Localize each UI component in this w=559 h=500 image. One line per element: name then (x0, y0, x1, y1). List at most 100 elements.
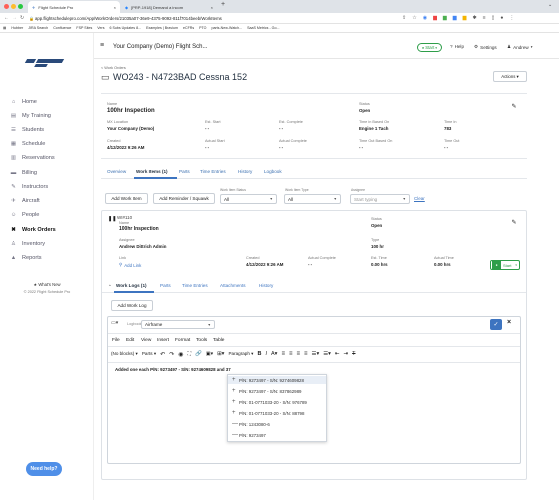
actions-button[interactable]: Actions ▾ (493, 71, 527, 82)
align-left-icon[interactable]: ≡ (281, 351, 285, 357)
back-icon[interactable]: ← (4, 15, 9, 21)
reading-list-icon[interactable]: ≡ (483, 15, 486, 21)
tab-logbook[interactable]: Logbook (264, 169, 282, 174)
subtab-history[interactable]: History (259, 283, 273, 288)
subtab-attachments[interactable]: Attachments (220, 283, 246, 288)
add-work-log-button[interactable]: Add Work Log (111, 300, 153, 311)
url-field[interactable]: app.flightschedulepro.com/App/WorkOrders… (35, 16, 222, 21)
suggestion-item[interactable]: + P/N: 9273497 - S/N: 9274609828 (228, 376, 326, 384)
tab-work-items[interactable]: Work Items (1) (136, 169, 168, 174)
add-link[interactable]: ⚲ Add Link (119, 262, 141, 268)
app-logo[interactable] (24, 57, 68, 67)
ext-icon[interactable]: ▆ (443, 15, 447, 21)
browser-tab-active[interactable]: ✈ Flight Schedule Pro × (28, 1, 120, 13)
bookmark[interactable]: SaaS Metrics - Go... (247, 26, 279, 30)
link-icon[interactable]: 🔗 (195, 351, 202, 357)
ext-icon[interactable]: ▆ (463, 15, 467, 21)
bookmark[interactable]: Hubber (11, 26, 23, 30)
bookmark[interactable]: Confluence (53, 26, 71, 30)
ext-icon[interactable]: ▆ (433, 15, 437, 21)
numbered-list-icon[interactable]: ☰▾ (323, 351, 331, 357)
sidebar-item-instructors[interactable]: ✎ Instructors (10, 184, 48, 190)
fullscreen-icon[interactable]: ⛶ (187, 351, 191, 357)
status-filter-select[interactable]: All ▼ (220, 194, 277, 204)
profile-icon[interactable]: ● (500, 15, 503, 21)
close-tab-icon[interactable]: × (211, 5, 213, 10)
menu-icon[interactable]: ⋮ (509, 15, 514, 21)
puzzle-icon[interactable]: ✱ (473, 15, 477, 21)
collapse-icon[interactable]: ⌃ (108, 284, 112, 290)
settings-link[interactable]: ⚙ Settings (474, 44, 497, 50)
editor-mode-icon[interactable]: ▭▾ (111, 320, 118, 326)
bold-icon[interactable]: B (258, 351, 262, 357)
menu-tools[interactable]: Tools (196, 338, 207, 343)
minimize-window-dot[interactable] (11, 4, 16, 9)
paragraph-select[interactable]: Paragraph ▾ (228, 351, 253, 357)
align-right-icon[interactable]: ≡ (296, 351, 300, 357)
save-check-button[interactable]: ✓ (490, 319, 502, 330)
pause-icon[interactable]: ❚❚ (108, 216, 116, 222)
sidebar-item-aircraft[interactable]: ✈ Aircraft (10, 198, 40, 204)
edit-icon[interactable]: ✎ (509, 101, 519, 111)
company-selector[interactable]: Your Company (Demo) Flight Sch... (113, 44, 207, 50)
bookmark[interactable]: 6 Subs Updates 8... (110, 26, 142, 30)
ext-icon[interactable]: ◉ (423, 15, 427, 21)
apps-icon[interactable]: ▦ (3, 26, 6, 30)
need-help-button[interactable]: Need help? (26, 462, 62, 476)
maximize-window-dot[interactable] (18, 4, 23, 9)
redo-icon[interactable]: ↷ (169, 351, 174, 358)
tab-time-entries[interactable]: Time Entries (200, 169, 226, 174)
start-button[interactable]: ● Start ▾ (417, 43, 442, 52)
bookmark[interactable]: Vers (97, 26, 104, 30)
suggestion-item[interactable]: — P/N: 1243080-6 (228, 420, 326, 428)
outdent-icon[interactable]: ⇤ (335, 351, 340, 357)
menu-edit[interactable]: Edit (126, 338, 134, 343)
bookmark[interactable]: FSP Sites (76, 26, 92, 30)
sidebar-item-schedule[interactable]: ▦ Schedule (10, 141, 45, 147)
tab-list-icon[interactable]: ⌄ (548, 2, 552, 8)
bookmark[interactable]: eCFRs (183, 26, 194, 30)
suggestion-item[interactable]: + P/N: 9273497 - S/N: 837862989 (228, 387, 326, 395)
bullet-list-icon[interactable]: ☰▾ (312, 351, 320, 357)
user-menu[interactable]: ♟ Andrew ▾ (507, 44, 532, 50)
clear-filters-link[interactable]: Clear (414, 196, 425, 201)
forward-icon[interactable]: → (12, 15, 17, 21)
editor-content[interactable]: Added one each P/N: 9273497 - S/N: 92746… (115, 367, 231, 372)
type-filter-select[interactable]: All ▼ (284, 194, 341, 204)
table-icon[interactable]: ⊞▾ (217, 351, 224, 357)
logbook-select[interactable]: Airframe ▼ (141, 320, 215, 329)
menu-view[interactable]: View (141, 338, 151, 343)
share-icon[interactable]: ⇪ (402, 15, 406, 21)
tab-parts[interactable]: Parts (179, 169, 190, 174)
assignee-filter-input[interactable]: Start typing ▼ (350, 194, 410, 204)
help-link[interactable]: ? Help (450, 44, 464, 49)
tab-overview[interactable]: Overview (107, 169, 126, 174)
suggestion-item[interactable]: — P/N: 9273497 (228, 431, 326, 439)
sidebar-item-people[interactable]: ☺ People (10, 212, 40, 218)
sidebar-item-my-training[interactable]: ▤ My Training (10, 113, 51, 119)
clear-format-icon[interactable]: T (352, 351, 355, 357)
subtab-parts[interactable]: Parts (160, 283, 171, 288)
indent-icon[interactable]: ⇥ (344, 351, 349, 357)
parts-select[interactable]: Parts ▾ (142, 351, 156, 357)
sidebar-item-reports[interactable]: ▲ Reports (10, 255, 42, 261)
undo-icon[interactable]: ↶ (160, 351, 165, 358)
suggestion-item[interactable]: + P/N: 01-0771033-20 - S/N: 88798 (228, 409, 326, 417)
tab-history[interactable]: History (238, 169, 252, 174)
bookmark[interactable]: JIRA Search (28, 26, 48, 30)
close-tab-icon[interactable]: × (114, 5, 116, 10)
browser-tab[interactable]: ◆ [PRP-1918] Demand a incom × (121, 1, 217, 13)
bookmark[interactable]: parts-New-Watch... (211, 26, 242, 30)
menu-table[interactable]: Table (213, 338, 224, 343)
menu-insert[interactable]: Insert (157, 338, 169, 343)
ext-icon[interactable]: ▆ (453, 15, 457, 21)
wi-start-button[interactable]: ● Start ▾ (490, 260, 520, 270)
image-icon[interactable]: ▣▾ (206, 351, 213, 357)
edit-icon[interactable]: ✎ (509, 217, 519, 227)
block-select[interactable]: (No blocks) ▾ (111, 351, 138, 357)
sidebar-item-reservations[interactable]: ▥ Reservations (10, 155, 55, 161)
italic-icon[interactable]: I (265, 351, 267, 357)
sidebar-item-billing[interactable]: ▬ Billing (10, 170, 37, 176)
preview-icon[interactable]: ◉ (178, 351, 183, 358)
whats-new-link[interactable]: ★ What's New (0, 282, 94, 287)
